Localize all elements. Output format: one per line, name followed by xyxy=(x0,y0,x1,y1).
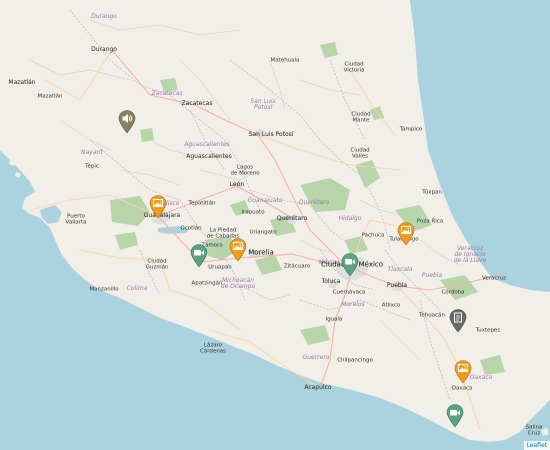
map-label: San Luis Potosí xyxy=(250,98,276,111)
map-marker-photo[interactable] xyxy=(229,238,247,262)
map-label: Querétaro xyxy=(276,215,308,222)
map-marker-other[interactable] xyxy=(449,309,467,333)
map-label: Acapulco xyxy=(304,384,332,391)
map-label: Hidalgo xyxy=(338,215,362,222)
attribution-link[interactable]: Leaflet xyxy=(523,441,550,450)
map-label: Uruapan xyxy=(208,264,232,271)
map-label: Ciudad Valles xyxy=(350,147,370,159)
map-label: Zacatecas xyxy=(181,100,213,107)
map-marker-video[interactable] xyxy=(341,253,359,277)
map-marker-video[interactable] xyxy=(190,244,208,268)
map-label: Tuxtepec xyxy=(475,327,501,334)
map-label: Aguascalientes xyxy=(184,141,230,148)
map-marker-photo[interactable] xyxy=(454,360,472,384)
map-label: Poza Rica xyxy=(416,218,444,225)
map-label: Lázaro Cárdenas xyxy=(200,342,226,354)
map-label: Zitácuaro xyxy=(283,263,311,270)
map-label: Puebla xyxy=(421,272,443,279)
map-label: Morelia xyxy=(248,248,274,257)
map-label: Durango xyxy=(91,46,117,53)
map-label: Tlaxcala xyxy=(387,266,413,273)
map-label: Atlixco xyxy=(381,302,401,309)
map-label: San Luis Potosí xyxy=(248,131,294,138)
map-label: Túxpan xyxy=(422,189,442,196)
map-label: Mazatlán xyxy=(8,79,36,86)
map-label: León xyxy=(229,181,245,188)
map-label: Tepatitlán xyxy=(188,200,216,207)
map-label: Aguascalientes xyxy=(186,153,232,160)
map-marker-photo[interactable] xyxy=(397,222,415,246)
map-label: Morelos xyxy=(341,301,365,308)
map-label: Tampico xyxy=(399,126,423,133)
map-label: Guerrero xyxy=(302,354,330,361)
map-label: Veracruz xyxy=(481,275,507,282)
map-label: Veracruz de Ignacio de la Llave xyxy=(453,245,487,264)
map-label: Uriangato xyxy=(249,229,277,236)
map-label: Zacatecas xyxy=(151,90,183,97)
map-label: Iguala xyxy=(325,316,343,323)
map-label: Guanajuato xyxy=(247,197,283,204)
map-label: Ciudad Victoria xyxy=(343,61,365,73)
map-label: Nayarit xyxy=(81,149,103,156)
map-label: Ocotlán xyxy=(180,225,202,232)
map-label: Chilpancingo xyxy=(337,357,373,364)
map-label: Manzanillo xyxy=(89,286,119,293)
map-marker-photo[interactable] xyxy=(149,195,167,219)
map-label: Michoacán de Ocampo xyxy=(220,277,256,290)
map-label: Irapuato xyxy=(241,209,265,216)
map-label: Tehuacán xyxy=(418,312,446,319)
map-label: Oaxaca xyxy=(451,385,473,392)
map-label: Colima xyxy=(126,285,148,292)
map-label: Ciudad Mante xyxy=(351,111,371,123)
map-label: Durango xyxy=(91,13,117,20)
map-label: Tepic xyxy=(85,163,99,170)
map-label: Mazatlán xyxy=(37,93,63,100)
map-label: Apatzingán xyxy=(191,280,223,287)
map-label: Cuernavaca xyxy=(332,289,366,296)
map-marker-video[interactable] xyxy=(446,404,464,428)
map-label: Pachuca xyxy=(361,232,385,239)
map-label: Córdoba xyxy=(441,289,465,296)
map-label: Salina Cruz xyxy=(525,424,543,436)
map-label: Lagos de Moreno xyxy=(230,164,260,176)
map-label: Toluca xyxy=(321,278,341,285)
map-label: Puerto Vallarta xyxy=(65,213,87,225)
map[interactable]: Durango Durango Mazatlán Mazatlán Zacate… xyxy=(0,0,550,450)
map-marker-audio[interactable] xyxy=(118,110,136,134)
map-label: Ciudad Guzmán xyxy=(145,258,169,270)
map-label: Puebla xyxy=(386,282,408,289)
map-label: Querétaro xyxy=(298,199,330,206)
map-label: Oaxaca xyxy=(469,374,493,381)
map-label: Matehuala xyxy=(270,57,300,64)
